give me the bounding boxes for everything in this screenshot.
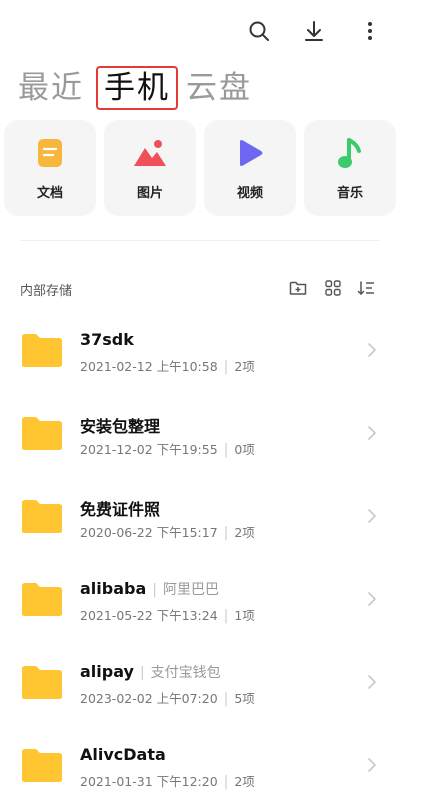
meta-separator: |: [223, 442, 229, 458]
list-item[interactable]: alibaba | 阿里巴巴 2021-05-22 下午13:24 | 1项: [0, 557, 424, 640]
list-item[interactable]: AlivcData 2021-01-31 下午12:20 | 2项: [0, 723, 424, 806]
file-meta: 2020-06-22 下午15:17 | 2项: [80, 522, 255, 541]
chevron-right-icon: [368, 343, 376, 357]
name-separator: |: [152, 582, 157, 598]
file-meta: 2023-02-02 上午07:20 | 5项: [80, 688, 255, 707]
folder-icon: [22, 749, 62, 782]
file-date: 2021-12-02 下午19:55: [80, 442, 218, 457]
file-name: alipay | 支付宝钱包: [80, 662, 221, 682]
sort-icon[interactable]: [356, 278, 376, 298]
category-label: 音乐: [336, 186, 363, 201]
download-icon[interactable]: [297, 14, 331, 48]
folder-icon: [22, 583, 62, 616]
image-icon: [104, 138, 196, 170]
tab-recent[interactable]: 最近: [18, 68, 84, 108]
category-images[interactable]: 图片: [104, 120, 196, 216]
document-icon: [4, 138, 96, 170]
file-date: 2020-06-22 下午15:17: [80, 525, 218, 540]
file-count: 5项: [234, 691, 255, 706]
folder-icon: [22, 500, 62, 533]
music-icon: [304, 138, 396, 170]
file-date: 2021-02-12 上午10:58: [80, 359, 218, 374]
file-count: 2项: [234, 359, 255, 374]
file-name: 37sdk: [80, 330, 134, 349]
folder-icon: [22, 666, 62, 699]
meta-separator: |: [223, 774, 229, 790]
file-name: AlivcData: [80, 745, 166, 764]
file-count: 0项: [234, 442, 255, 457]
category-videos[interactable]: 视频: [204, 120, 296, 216]
section-actions: [288, 278, 380, 300]
more-icon[interactable]: [353, 14, 387, 48]
file-name: alibaba | 阿里巴巴: [80, 579, 219, 599]
file-meta: 2021-02-12 上午10:58 | 2项: [80, 356, 255, 375]
file-date: 2021-01-31 下午12:20: [80, 774, 218, 789]
file-meta: 2021-01-31 下午12:20 | 2项: [80, 771, 255, 790]
category-documents[interactable]: 文档: [4, 120, 96, 216]
video-icon: [204, 138, 296, 170]
file-title: 安装包整理: [80, 417, 161, 436]
file-alias: 支付宝钱包: [150, 665, 221, 681]
new-folder-icon[interactable]: [288, 278, 308, 298]
meta-separator: |: [223, 608, 229, 624]
chevron-right-icon: [368, 509, 376, 523]
category-label: 图片: [136, 186, 163, 201]
file-meta: 2021-05-22 下午13:24 | 1项: [80, 605, 255, 624]
meta-separator: |: [223, 359, 229, 375]
meta-separator: |: [223, 525, 229, 541]
file-title: AlivcData: [80, 745, 166, 764]
section-title: 内部存储: [20, 284, 73, 299]
file-date: 2023-02-02 上午07:20: [80, 691, 218, 706]
folder-icon: [22, 417, 62, 450]
file-count: 2项: [234, 525, 255, 540]
category-music[interactable]: 音乐: [304, 120, 396, 216]
file-name: 免费证件照: [80, 496, 160, 520]
search-icon[interactable]: [242, 14, 276, 48]
tab-phone[interactable]: 手机: [96, 66, 178, 110]
category-label: 文档: [36, 186, 63, 201]
file-meta: 2021-12-02 下午19:55 | 0项: [80, 439, 255, 458]
list-item[interactable]: 安装包整理 2021-12-02 下午19:55 | 0项: [0, 391, 424, 474]
category-label: 视频: [236, 186, 263, 201]
chevron-right-icon: [368, 592, 376, 606]
folder-icon: [22, 334, 62, 367]
file-count: 2项: [234, 774, 255, 789]
list-item[interactable]: 37sdk 2021-02-12 上午10:58 | 2项: [0, 308, 424, 391]
tab-cloud[interactable]: 云盘: [186, 68, 252, 108]
divider: [20, 240, 380, 241]
file-title: 37sdk: [80, 330, 134, 349]
chevron-right-icon: [368, 675, 376, 689]
category-grid: 文档 图片 视频 音乐: [4, 120, 398, 216]
file-title: 免费证件照: [80, 500, 161, 519]
tab-bar: 最近 手机 云盘: [18, 64, 252, 112]
list-item[interactable]: alipay | 支付宝钱包 2023-02-02 上午07:20 | 5项: [0, 640, 424, 723]
file-title: alibaba: [80, 579, 147, 598]
name-separator: |: [139, 665, 145, 681]
meta-separator: |: [223, 691, 229, 707]
file-date: 2021-05-22 下午13:24: [80, 608, 218, 623]
file-count: 1项: [234, 608, 255, 623]
chevron-right-icon: [368, 426, 376, 440]
list-item[interactable]: 免费证件照 2020-06-22 下午15:17 | 2项: [0, 474, 424, 557]
file-title: alipay: [80, 662, 134, 681]
top-toolbar: [0, 0, 424, 60]
chevron-right-icon: [368, 758, 376, 772]
grid-view-icon[interactable]: [323, 278, 343, 298]
file-list: 37sdk 2021-02-12 上午10:58 | 2项 安装包整理 2021-1…: [0, 308, 424, 806]
file-name: 安装包整理: [80, 413, 160, 437]
file-alias: 阿里巴巴: [162, 582, 219, 598]
